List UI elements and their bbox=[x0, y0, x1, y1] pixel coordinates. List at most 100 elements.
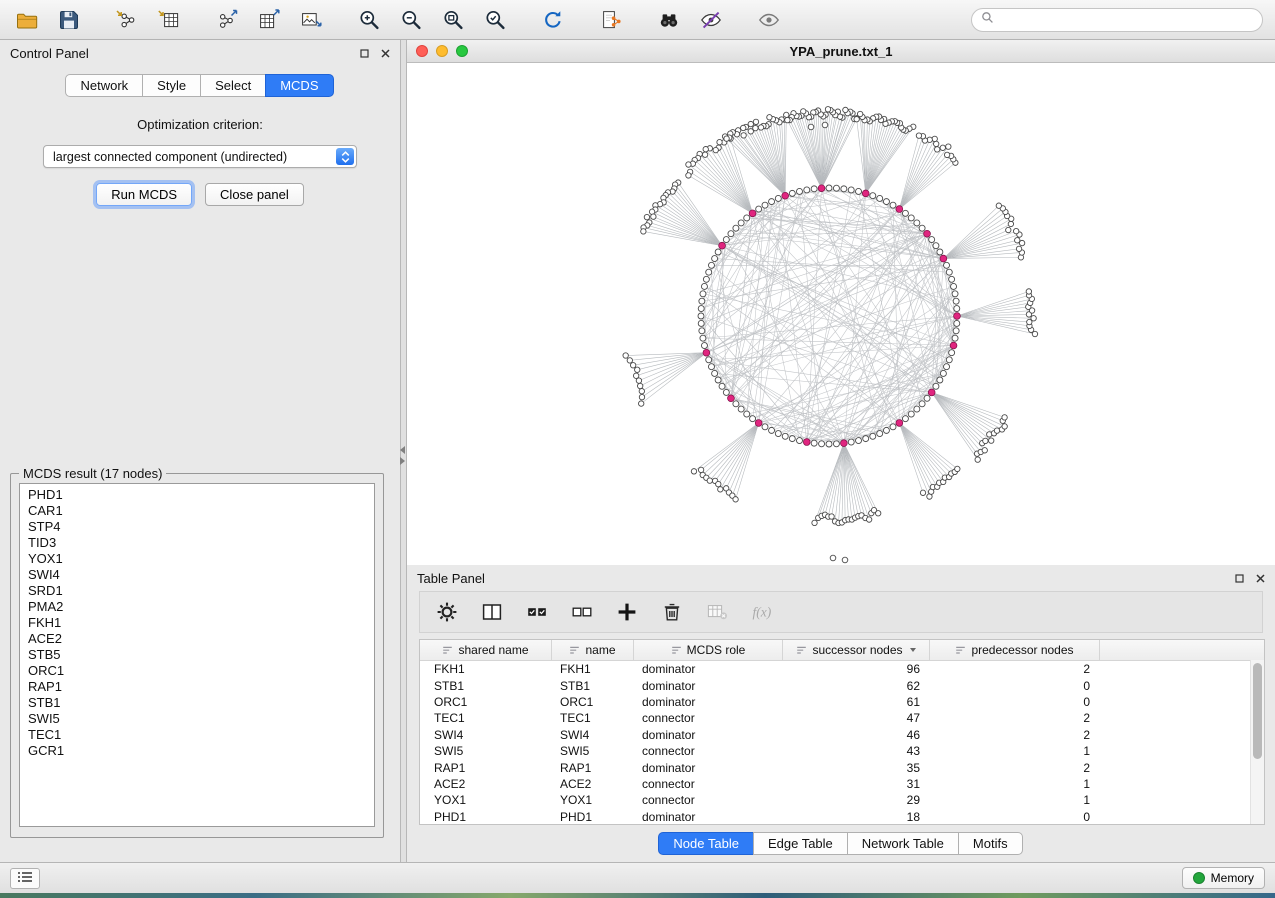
table-row[interactable]: ORC1ORC1dominator610 bbox=[420, 694, 1264, 710]
mcds-list-item[interactable]: PHD1 bbox=[20, 487, 374, 503]
optimization-criterion-label: Optimization criterion: bbox=[0, 117, 400, 132]
mcds-list-item[interactable]: SRD1 bbox=[20, 583, 374, 599]
table-row[interactable]: YOX1YOX1connector291 bbox=[420, 792, 1264, 808]
refresh-network-button[interactable] bbox=[538, 5, 568, 35]
close-panel-button[interactable]: Close panel bbox=[205, 183, 304, 206]
sort-icon bbox=[796, 645, 807, 656]
column-header-predecessor-nodes[interactable]: predecessor nodes bbox=[930, 640, 1100, 660]
task-history-button[interactable] bbox=[10, 868, 40, 889]
mcds-list-item[interactable]: TID3 bbox=[20, 535, 374, 551]
refresh-network-icon bbox=[541, 8, 565, 32]
table-cell: STB1 bbox=[420, 679, 552, 693]
mcds-result-list[interactable]: PHD1CAR1STP4TID3YOX1SWI4SRD1PMA2FKH1ACE2… bbox=[19, 483, 375, 827]
column-settings-button[interactable] bbox=[432, 597, 462, 627]
minimize-window-icon[interactable] bbox=[436, 45, 448, 57]
table-tab-node-table[interactable]: Node Table bbox=[658, 832, 754, 855]
table-tab-motifs[interactable]: Motifs bbox=[958, 832, 1023, 855]
zoom-in-button[interactable] bbox=[354, 5, 384, 35]
table-row[interactable]: RAP1RAP1dominator352 bbox=[420, 759, 1264, 775]
mcds-list-item[interactable]: ACE2 bbox=[20, 631, 374, 647]
search-input[interactable] bbox=[1000, 12, 1253, 28]
table-panel-title: Table Panel bbox=[417, 571, 485, 586]
table-cell: YOX1 bbox=[420, 793, 552, 807]
import-network-button[interactable] bbox=[112, 5, 142, 35]
save-session-button[interactable] bbox=[54, 5, 84, 35]
export-table-button[interactable] bbox=[254, 5, 284, 35]
search-box[interactable] bbox=[971, 8, 1263, 32]
mcds-list-item[interactable]: TEC1 bbox=[20, 727, 374, 743]
table-row[interactable]: FKH1FKH1dominator962 bbox=[420, 661, 1264, 677]
close-panel-icon[interactable] bbox=[381, 49, 390, 58]
table-tab-edge-table[interactable]: Edge Table bbox=[753, 832, 848, 855]
float-table-panel-icon[interactable] bbox=[1235, 574, 1244, 583]
deselect-all-rows-icon bbox=[570, 600, 594, 624]
close-table-panel-icon[interactable] bbox=[1256, 574, 1265, 583]
table-row[interactable]: TEC1TEC1connector472 bbox=[420, 710, 1264, 726]
mcds-list-item[interactable]: CAR1 bbox=[20, 503, 374, 519]
maximize-window-icon[interactable] bbox=[456, 45, 468, 57]
mcds-list-item[interactable]: STB1 bbox=[20, 695, 374, 711]
select-all-rows-button[interactable] bbox=[522, 597, 552, 627]
mcds-list-item[interactable]: ORC1 bbox=[20, 663, 374, 679]
table-row[interactable]: SWI5SWI5connector431 bbox=[420, 743, 1264, 759]
network-canvas[interactable] bbox=[407, 63, 1275, 565]
deselect-all-rows-button[interactable] bbox=[567, 597, 597, 627]
table-toolbar: f(x) bbox=[419, 591, 1263, 633]
close-window-icon[interactable] bbox=[416, 45, 428, 57]
mcds-list-item[interactable]: RAP1 bbox=[20, 679, 374, 695]
show-graphics-details-button[interactable] bbox=[754, 5, 784, 35]
tab-network[interactable]: Network bbox=[65, 74, 143, 97]
column-header-name[interactable]: name bbox=[552, 640, 634, 660]
table-scrollbar-thumb[interactable] bbox=[1253, 663, 1262, 759]
table-tab-network-table[interactable]: Network Table bbox=[847, 832, 959, 855]
zoom-out-icon bbox=[399, 8, 423, 32]
tab-mcds[interactable]: MCDS bbox=[265, 74, 333, 97]
add-column-button[interactable] bbox=[612, 597, 642, 627]
splitter-collapse-icons[interactable] bbox=[400, 446, 405, 465]
find-network-icon bbox=[657, 8, 681, 32]
mcds-list-item[interactable]: STP4 bbox=[20, 519, 374, 535]
mcds-list-item[interactable]: PMA2 bbox=[20, 599, 374, 615]
table-row[interactable]: ACE2ACE2connector311 bbox=[420, 776, 1264, 792]
tab-style[interactable]: Style bbox=[142, 74, 201, 97]
collapse-left-icon[interactable] bbox=[400, 446, 405, 454]
run-mcds-button[interactable]: Run MCDS bbox=[96, 183, 192, 206]
tab-select[interactable]: Select bbox=[200, 74, 266, 97]
criterion-select[interactable]: largest connected component (undirected) bbox=[43, 145, 357, 168]
find-network-button[interactable] bbox=[654, 5, 684, 35]
table-cell: ORC1 bbox=[552, 695, 634, 709]
table-row[interactable]: PHD1PHD1dominator180 bbox=[420, 809, 1264, 825]
delete-column-button[interactable] bbox=[657, 597, 687, 627]
memory-button[interactable]: Memory bbox=[1182, 867, 1265, 889]
export-image-button[interactable] bbox=[296, 5, 326, 35]
float-panel-icon[interactable] bbox=[360, 49, 369, 58]
export-network-button[interactable] bbox=[212, 5, 242, 35]
zoom-out-button[interactable] bbox=[396, 5, 426, 35]
column-header-shared-name[interactable]: shared name bbox=[420, 640, 552, 660]
column-header-MCDS-role[interactable]: MCDS role bbox=[634, 640, 783, 660]
network-window-title: YPA_prune.txt_1 bbox=[789, 44, 892, 59]
mcds-list-item[interactable]: GCR1 bbox=[20, 743, 374, 759]
mcds-list-item[interactable]: SWI4 bbox=[20, 567, 374, 583]
table-cell: RAP1 bbox=[552, 761, 634, 775]
criterion-select-value: largest connected component (undirected) bbox=[53, 150, 287, 164]
column-header-successor-nodes[interactable]: successor nodes bbox=[783, 640, 930, 660]
table-scrollbar[interactable] bbox=[1250, 660, 1264, 824]
table-cell: TEC1 bbox=[552, 711, 634, 725]
mcds-list-item[interactable]: FKH1 bbox=[20, 615, 374, 631]
share-network-button[interactable] bbox=[596, 5, 626, 35]
panel-splitter[interactable] bbox=[400, 40, 407, 862]
filter-hide-button[interactable] bbox=[696, 5, 726, 35]
mcds-list-item[interactable]: SWI5 bbox=[20, 711, 374, 727]
table-row[interactable]: SWI4SWI4dominator462 bbox=[420, 727, 1264, 743]
zoom-fit-button[interactable] bbox=[438, 5, 468, 35]
split-panel-button[interactable] bbox=[477, 597, 507, 627]
import-table-button[interactable] bbox=[154, 5, 184, 35]
mcds-list-item[interactable]: YOX1 bbox=[20, 551, 374, 567]
zoom-selected-button[interactable] bbox=[480, 5, 510, 35]
table-row[interactable]: STB1STB1dominator620 bbox=[420, 677, 1264, 693]
open-session-button[interactable] bbox=[12, 5, 42, 35]
collapse-right-icon[interactable] bbox=[400, 457, 405, 465]
sort-icon bbox=[955, 645, 966, 656]
mcds-list-item[interactable]: STB5 bbox=[20, 647, 374, 663]
